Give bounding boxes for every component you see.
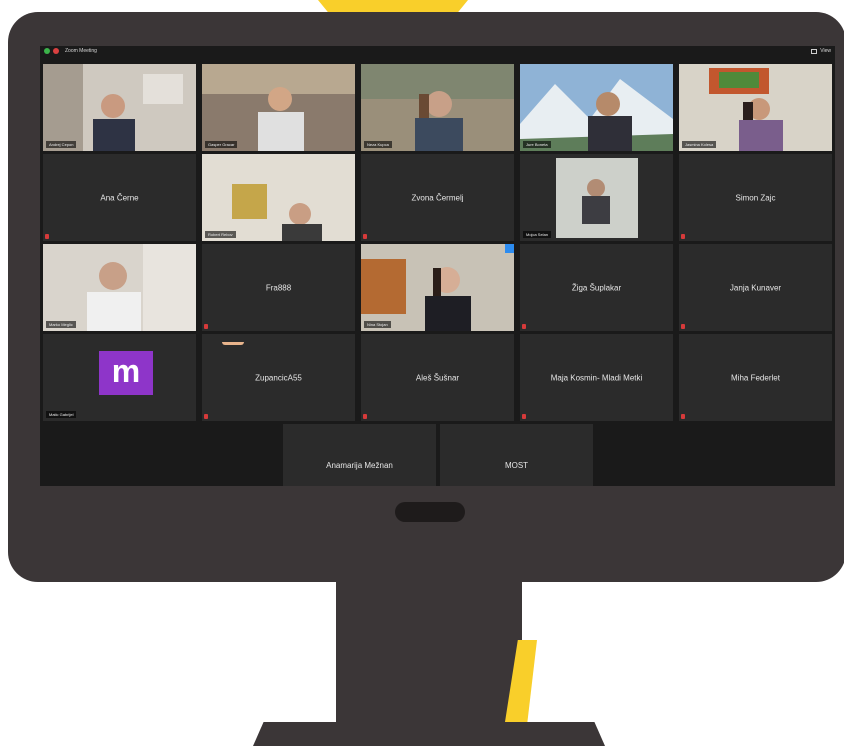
participant-name: Jure Boneta bbox=[523, 141, 551, 148]
participant-tile[interactable]: Andrej Cepon bbox=[43, 64, 196, 151]
participant-name: Neza Kupca bbox=[364, 141, 392, 148]
video-feed bbox=[202, 64, 355, 151]
grid-view-icon bbox=[811, 48, 818, 54]
participant-name: Anamarija Mežnan bbox=[326, 461, 393, 470]
participant-tile[interactable]: Nina Stojan bbox=[361, 244, 514, 331]
participant-tile[interactable]: Anamarija Mežnan bbox=[283, 424, 436, 486]
participant-tile[interactable]: Zvona Čermelj bbox=[361, 154, 514, 241]
participant-name: Nina Stojan bbox=[364, 321, 391, 328]
participant-name: Fra888 bbox=[265, 283, 292, 292]
participant-tile[interactable]: Ana Černe bbox=[43, 154, 196, 241]
participant-name: Matic Gabrijel bbox=[46, 411, 77, 418]
video-feed bbox=[361, 244, 514, 331]
participant-name: Robert Rebov bbox=[205, 231, 236, 238]
participant-tile[interactable]: Gasper Gracar bbox=[202, 64, 355, 151]
participant-name: Gasper Gracar bbox=[205, 141, 238, 148]
participant-tile[interactable]: Jasmina Kolesa bbox=[679, 64, 832, 151]
muted-mic-icon bbox=[363, 414, 367, 419]
video-feed bbox=[43, 244, 196, 331]
participant-name: Maja Kosmin- Mladi Metki bbox=[550, 373, 643, 382]
pin-badge-icon bbox=[505, 244, 514, 253]
recording-icon bbox=[53, 48, 59, 54]
participant-name: Miha Federlet bbox=[731, 373, 780, 382]
avatar: m bbox=[99, 351, 153, 395]
participant-tile[interactable]: Fra888 bbox=[202, 244, 355, 331]
muted-mic-icon bbox=[681, 234, 685, 239]
participant-tile[interactable]: Janja Kunaver bbox=[679, 244, 832, 331]
participant-name: Andrej Cepon bbox=[46, 141, 77, 148]
participant-tile[interactable]: Simon Zajc bbox=[679, 154, 832, 241]
participant-name: ZupancicA55 bbox=[255, 373, 302, 382]
participant-tile[interactable]: ZupancicA55 bbox=[202, 334, 355, 421]
participant-name: Ana Černe bbox=[100, 193, 139, 202]
muted-mic-icon bbox=[681, 324, 685, 329]
participant-name: MOST bbox=[504, 461, 529, 470]
participant-tile[interactable]: Miha Federlet bbox=[679, 334, 832, 421]
window-title: Zoom Meeting bbox=[65, 48, 97, 54]
muted-mic-icon bbox=[522, 324, 526, 329]
zoom-screen: Zoom Meeting View Andrej Cepon Gasper Gr… bbox=[40, 46, 835, 486]
participant-name: Janja Kunaver bbox=[729, 283, 782, 292]
video-feed bbox=[43, 64, 196, 151]
participant-name: Zvona Čermelj bbox=[411, 193, 464, 202]
raised-hand-icon bbox=[222, 342, 244, 345]
view-label: View bbox=[820, 48, 831, 54]
video-feed bbox=[361, 64, 514, 151]
zoom-title-bar: Zoom Meeting View bbox=[40, 46, 835, 60]
monitor-stand-neck bbox=[336, 582, 522, 722]
participant-tile[interactable]: Aleš Šušnar bbox=[361, 334, 514, 421]
participant-name: Mojca Selan bbox=[523, 231, 552, 238]
video-feed bbox=[520, 154, 673, 241]
monitor-stand-base bbox=[253, 722, 605, 746]
participant-name: Aleš Šušnar bbox=[415, 373, 460, 382]
participant-tile[interactable]: Mojca Selan bbox=[520, 154, 673, 241]
video-feed bbox=[520, 64, 673, 151]
view-button[interactable]: View bbox=[811, 48, 831, 54]
participant-tile[interactable]: Marko Meglic bbox=[43, 244, 196, 331]
participant-tile[interactable]: MOST bbox=[440, 424, 593, 486]
muted-mic-icon bbox=[363, 234, 367, 239]
muted-mic-icon bbox=[204, 324, 208, 329]
participant-name: Žiga Šuplakar bbox=[571, 283, 622, 292]
participant-tile[interactable]: m Matic Gabrijel bbox=[43, 334, 196, 421]
participant-tile[interactable]: Robert Rebov bbox=[202, 154, 355, 241]
participant-name: Simon Zajc bbox=[735, 193, 776, 202]
participant-tile[interactable]: Maja Kosmin- Mladi Metki bbox=[520, 334, 673, 421]
video-feed bbox=[679, 64, 832, 151]
participant-name: Jasmina Kolesa bbox=[682, 141, 717, 148]
participant-tile[interactable]: Neza Kupca bbox=[361, 64, 514, 151]
monitor-power-button bbox=[395, 502, 465, 522]
participant-tile-active-speaker[interactable]: Jure Boneta bbox=[520, 64, 673, 151]
muted-mic-icon bbox=[522, 414, 526, 419]
participant-name: Marko Meglic bbox=[46, 321, 76, 328]
muted-mic-icon bbox=[681, 414, 685, 419]
video-feed bbox=[202, 154, 355, 241]
security-shield-icon[interactable] bbox=[44, 48, 50, 54]
muted-mic-icon bbox=[204, 414, 208, 419]
monitor-frame: Zoom Meeting View Andrej Cepon Gasper Gr… bbox=[8, 12, 844, 582]
muted-mic-icon bbox=[45, 234, 49, 239]
participant-tile[interactable]: Žiga Šuplakar bbox=[520, 244, 673, 331]
